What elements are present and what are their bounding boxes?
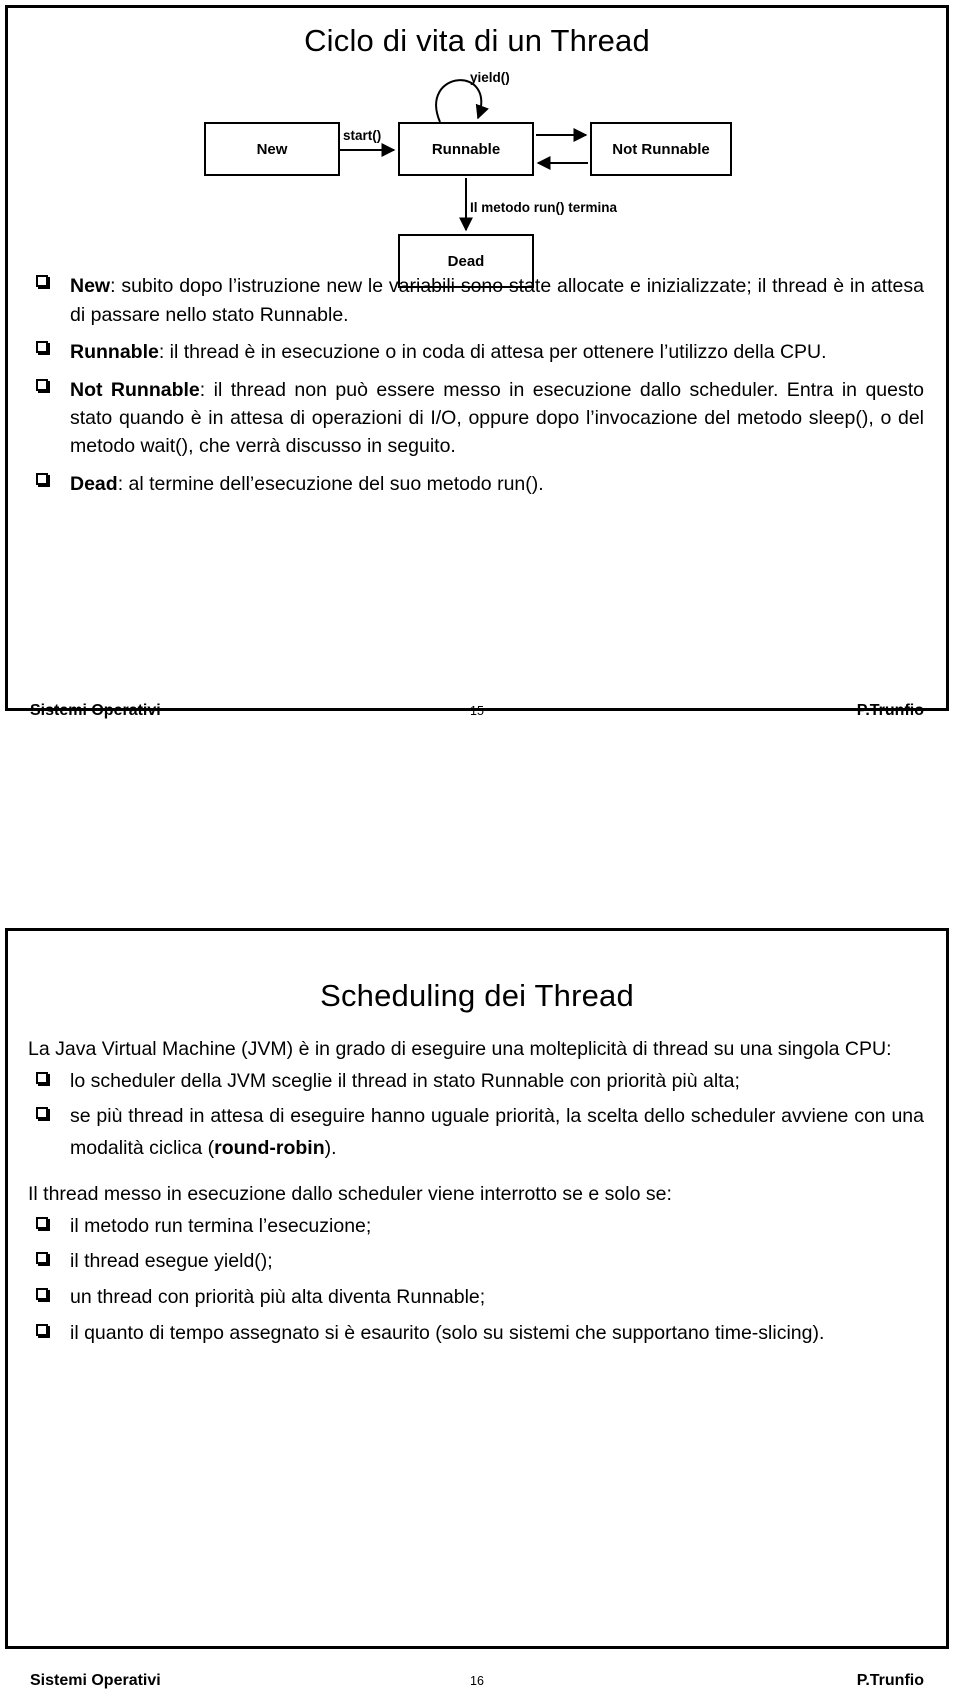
interruption-conditions-list: il metodo run termina l’esecuzione; il t… [28, 1211, 924, 1349]
bullet-term: Runnable [70, 341, 159, 364]
bullet-text: il thread esegue yield(); [70, 1250, 273, 1273]
square-bullet-icon [36, 341, 48, 354]
square-bullet-icon [36, 1323, 48, 1336]
footer-page-number: 16 [470, 1674, 484, 1688]
list-item: il thread esegue yield(); [28, 1246, 924, 1278]
thread-lifecycle-diagram: New Runnable Not Runnable Dead yield() s… [8, 62, 946, 289]
state-label-runnable: Runnable [431, 140, 501, 158]
state-label-new: New [256, 140, 288, 158]
slide-footer: Sistemi Operativi 16 P.Trunfio [8, 1668, 946, 1690]
square-bullet-icon [36, 1071, 48, 1084]
bullet-text: : il thread è in esecuzione o in coda di… [158, 341, 827, 364]
state-description-list: New: subito dopo l’istruzione new le var… [28, 272, 924, 498]
list-item: New: subito dopo l’istruzione new le var… [28, 272, 924, 329]
bullet-text: il quanto di tempo assegnato si è esauri… [70, 1321, 825, 1344]
bullet-text: : subito dopo l’istruzione new le variab… [70, 275, 924, 326]
mid-paragraph: Il thread messo in esecuzione dallo sche… [28, 1183, 672, 1206]
bullet-text: lo scheduler della JVM sceglie il thread… [70, 1069, 740, 1092]
slide-page-2: Scheduling dei Thread La Java Virtual Ma… [5, 928, 949, 1689]
list-item: Runnable: il thread è in esecuzione o in… [28, 338, 924, 366]
slide-page-1: Ciclo di vita di un Thread New Runnable … [5, 5, 949, 719]
square-bullet-icon [36, 1107, 48, 1120]
footer-page-number: 15 [470, 704, 484, 718]
list-item: se più thread in attesa di eseguire hann… [28, 1101, 924, 1164]
state-box-runnable: Runnable [398, 122, 534, 177]
bullet-text: : al termine dell’esecuzione del suo met… [117, 472, 544, 495]
bullet-text-post: ). [324, 1136, 337, 1159]
state-box-new: New [204, 122, 340, 177]
bullet-text: un thread con priorità più alta diventa … [70, 1285, 486, 1308]
square-bullet-icon [36, 378, 48, 391]
square-bullet-icon [36, 472, 48, 485]
square-bullet-icon [36, 1252, 48, 1265]
slide-footer: Sistemi Operativi 15 P.Trunfio [8, 698, 946, 720]
footer-author: P.Trunfio [856, 702, 924, 719]
list-item: lo scheduler della JVM sceglie il thread… [28, 1066, 924, 1098]
state-label-not-runnable: Not Runnable [612, 140, 710, 158]
list-item: Not Runnable: il thread non può essere m… [28, 376, 924, 461]
square-bullet-icon [36, 1216, 48, 1229]
state-box-not-runnable: Not Runnable [590, 122, 732, 177]
edge-label-start: start() [343, 128, 382, 144]
square-bullet-icon [36, 1287, 48, 1300]
bullet-term: Dead [70, 472, 118, 495]
edge-label-run-termina: Il metodo run() termina [470, 200, 618, 216]
edge-label-yield: yield() [470, 70, 510, 86]
slide-2-body: La Java Virtual Machine (JVM) è in grado… [8, 1013, 946, 1349]
bullet-text-pre: se più thread in attesa di eseguire hann… [70, 1105, 924, 1159]
state-label-dead: Dead [447, 252, 485, 270]
list-item: il quanto di tempo assegnato si è esauri… [28, 1318, 924, 1350]
bullet-text: il metodo run termina l’esecuzione; [70, 1214, 372, 1237]
list-item: un thread con priorità più alta diventa … [28, 1282, 924, 1314]
page-title: Ciclo di vita di un Thread [304, 23, 650, 58]
footer-author: P.Trunfio [856, 1672, 924, 1689]
list-item: il metodo run termina l’esecuzione; [28, 1211, 924, 1243]
scheduler-rules-list: lo scheduler della JVM sceglie il thread… [28, 1066, 924, 1165]
page-title: Scheduling dei Thread [320, 978, 634, 1013]
list-item: Dead: al termine dell’esecuzione del suo… [28, 470, 924, 498]
bullet-term: New [70, 275, 111, 298]
slide-1-body: New: subito dopo l’istruzione new le var… [8, 272, 946, 498]
bullet-text-emphasis: round-robin [214, 1136, 325, 1159]
intro-paragraph: La Java Virtual Machine (JVM) è in grado… [28, 1038, 892, 1061]
bullet-term: Not Runnable [70, 378, 200, 401]
square-bullet-icon [36, 275, 48, 288]
